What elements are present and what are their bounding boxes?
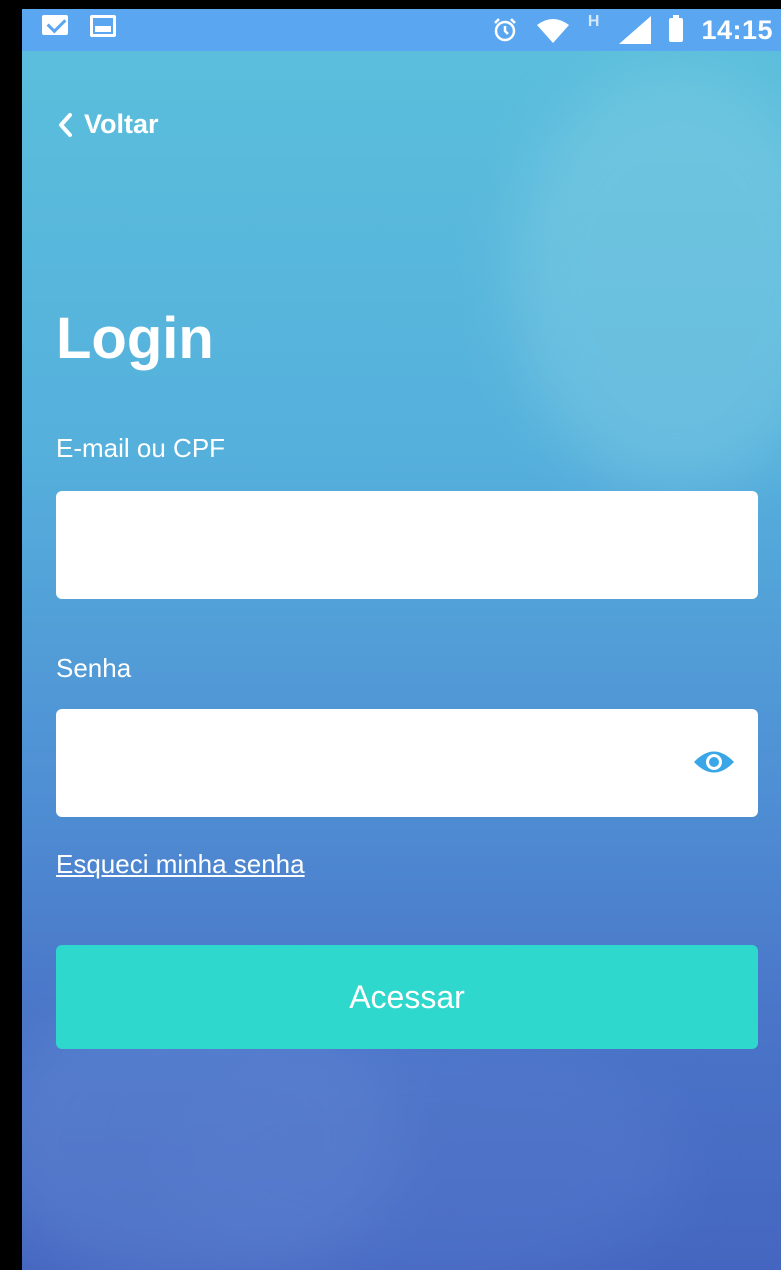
- forgot-password-link[interactable]: Esqueci minha senha: [56, 849, 305, 880]
- status-bar: H 14:15: [22, 9, 781, 51]
- signal-icon: [619, 16, 652, 44]
- status-bar-notifications: [42, 15, 116, 37]
- status-bar-system: H 14:15: [492, 11, 773, 49]
- password-field[interactable]: [56, 709, 758, 817]
- page-title: Login: [56, 306, 214, 371]
- submit-button[interactable]: Acessar: [56, 945, 758, 1049]
- login-screen: H 14:15 Voltar Login E-mail ou CPF Senha…: [22, 9, 781, 1270]
- status-bar-time: 14:15: [701, 14, 773, 45]
- gmail-icon: [42, 15, 68, 35]
- password-label: Senha: [56, 653, 132, 683]
- battery-icon: [669, 15, 684, 42]
- eye-icon[interactable]: [692, 745, 736, 779]
- image-icon: [90, 15, 116, 37]
- background-photo-laptop: [162, 1029, 682, 1270]
- back-button[interactable]: Voltar: [56, 109, 159, 140]
- chevron-left-icon: [59, 112, 72, 137]
- wifi-icon: [536, 19, 569, 43]
- email-field[interactable]: [56, 491, 758, 599]
- email-label: E-mail ou CPF: [56, 433, 226, 463]
- network-type-indicator: H: [587, 13, 600, 30]
- back-button-label: Voltar: [84, 109, 159, 139]
- alarm-icon: [493, 18, 516, 42]
- background-photo-face: [511, 69, 781, 489]
